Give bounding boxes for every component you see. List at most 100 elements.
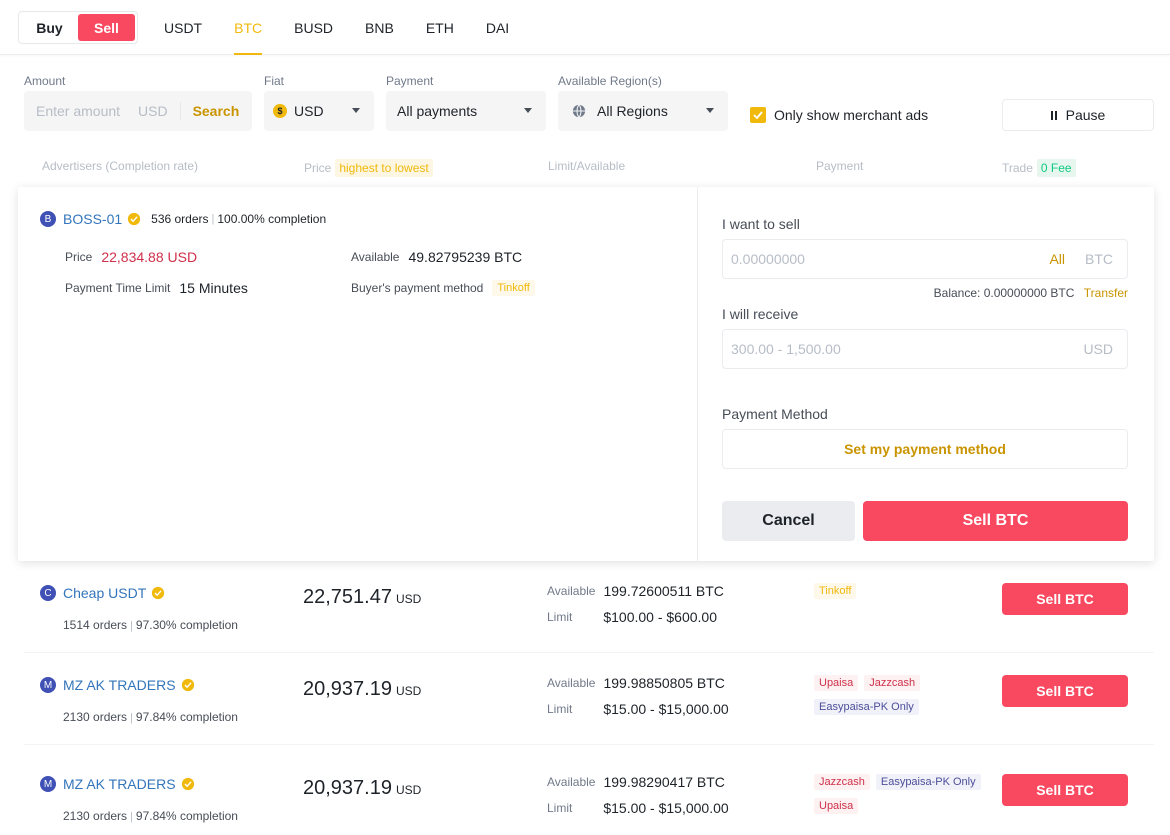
avatar: B [40,211,56,227]
top-navigation: Buy Sell USDT BTC BUSD BNB ETH DAI [0,0,1170,55]
buy-tab[interactable]: Buy [21,14,78,41]
available-field: Available 199.72600511 BTC [547,583,724,599]
payment-tag: Upaisa [814,675,859,691]
balance-info: Balance: 0.00000000 BTC Transfer [934,286,1128,300]
sell-btc-button[interactable]: Sell BTC [863,501,1128,541]
limit-field: Limit $100.00 - $600.00 [547,609,717,625]
caret-down-icon [352,108,360,113]
available-value: 199.98850805 BTC [603,675,725,691]
limit-label: Limit [547,610,573,624]
price-amount: 22,751.47 [303,586,392,608]
receive-unit: USD [1083,341,1113,357]
set-payment-method-button[interactable]: Set my payment method [722,429,1128,469]
order-count: 536 orders [151,212,209,226]
advertiser-info: C Cheap USDT [40,585,165,601]
amount-filter: USD Search [24,91,252,131]
caret-down-icon [524,108,532,113]
price-amount: 20,937.19 [303,777,392,799]
tab-dai[interactable]: DAI [486,0,509,55]
tab-eth[interactable]: ETH [426,0,454,55]
receive-amount-field: USD [722,329,1128,369]
amount-label: Amount [24,74,66,88]
limit-label: Limit [547,801,573,815]
sell-btc-button[interactable]: Sell BTC [1002,774,1128,806]
sell-tab[interactable]: Sell [78,14,135,41]
advertiser-name[interactable]: Cheap USDT [63,585,146,601]
payment-value: All payments [397,103,478,119]
buyer-payment-field: Buyer's payment method Tinkoff [351,280,535,296]
tab-usdt[interactable]: USDT [164,0,202,55]
limit-field: Limit $15.00 - $15,000.00 [547,701,729,717]
available-label: Available [547,584,596,598]
amount-unit: USD [138,102,181,120]
want-sell-label: I want to sell [722,216,800,232]
tab-busd[interactable]: BUSD [294,0,333,55]
merchant-only-checkbox[interactable]: Only show merchant ads [750,107,928,123]
receive-amount-input[interactable] [723,341,1084,357]
tab-btc[interactable]: BTC [234,0,263,55]
col-price[interactable]: Price highest to lowest [304,159,433,177]
col-limit: Limit/Available [548,159,626,173]
ad-details: B BOSS-01 536 orders | 100.00% completio… [18,187,698,561]
available-label: Available [547,775,596,789]
advertiser-name[interactable]: MZ AK TRADERS [63,677,176,693]
buyer-payment-label: Buyer's payment method [351,281,484,295]
sell-btc-button[interactable]: Sell BTC [1002,675,1128,707]
advertiser-info: M MZ AK TRADERS [40,776,195,792]
sell-form: I want to sell All BTC Balance: 0.000000… [698,187,1154,561]
receive-label: I will receive [722,306,799,322]
limit-field: Limit $15.00 - $15,000.00 [547,800,729,816]
search-button[interactable]: Search [193,103,240,119]
limit-value: $15.00 - $15,000.00 [603,701,729,717]
col-payment: Payment [816,159,864,173]
table-row: M MZ AK TRADERS 2130 orders | 97.84% compl… [24,752,1154,835]
fiat-value: USD [294,103,324,119]
advertiser-name[interactable]: BOSS-01 [63,211,122,227]
available-field: Available 199.98850805 BTC [547,675,725,691]
sell-btc-button[interactable]: Sell BTC [1002,583,1128,615]
region-value: All Regions [597,103,668,119]
payment-method-label: Payment Method [722,406,828,422]
pause-icon [1050,110,1059,120]
fiat-select[interactable]: $ USD [264,91,374,131]
avatar: M [40,776,56,792]
balance-text: Balance: 0.00000000 BTC [933,286,1075,300]
price-amount: 20,937.19 [303,678,392,700]
payment-select[interactable]: All payments [386,91,546,131]
amount-input[interactable] [24,103,124,119]
table-row: C Cheap USDT 1514 orders | 97.30% completi… [24,561,1154,653]
order-count: 1514 orders [63,618,128,632]
sell-amount-input[interactable] [723,251,1050,267]
usd-coin-icon: $ [273,104,287,118]
all-button[interactable]: All [1049,251,1065,267]
available-value: 199.98290417 BTC [603,774,725,790]
tab-bnb[interactable]: BNB [365,0,394,55]
order-count: 2130 orders [63,710,128,724]
region-select[interactable]: All Regions [558,91,728,131]
advertiser-name[interactable]: MZ AK TRADERS [63,776,176,792]
cancel-button[interactable]: Cancel [722,501,855,541]
payment-methods: Jazzcash Easypaisa-PK Only Upaisa [814,774,984,814]
divider: | [130,620,133,632]
col-trade-label: Trade [1002,161,1033,175]
price-sort-badge: highest to lowest [335,159,433,177]
price-currency: USD [395,783,422,797]
caret-down-icon [706,108,714,113]
payment-tag: Easypaisa-PK Only [875,774,981,790]
limit-value: $100.00 - $600.00 [603,609,717,625]
advertiser-info: B BOSS-01 536 orders | 100.00% completio… [40,211,326,227]
price-value: 22,834.88 USD [101,249,198,265]
available-field: Available 199.98290417 BTC [547,774,725,790]
pause-button[interactable]: Pause [1002,99,1154,131]
transfer-link[interactable]: Transfer [1084,286,1128,300]
order-count: 2130 orders [63,809,128,823]
available-value: 199.72600511 BTC [603,583,724,599]
expanded-ad-panel: B BOSS-01 536 orders | 100.00% completio… [18,187,1154,561]
sell-amount-field: All BTC [722,239,1128,279]
order-stats: 2130 orders | 97.84% completion [63,710,238,724]
payment-methods: Upaisa Jazzcash Easypaisa-PK Only [814,675,984,715]
zero-fee-badge: 0 Fee [1036,159,1076,177]
payment-tag: Upaisa [814,798,859,814]
limit-label: Limit [547,702,573,716]
verified-badge-icon [181,777,194,791]
